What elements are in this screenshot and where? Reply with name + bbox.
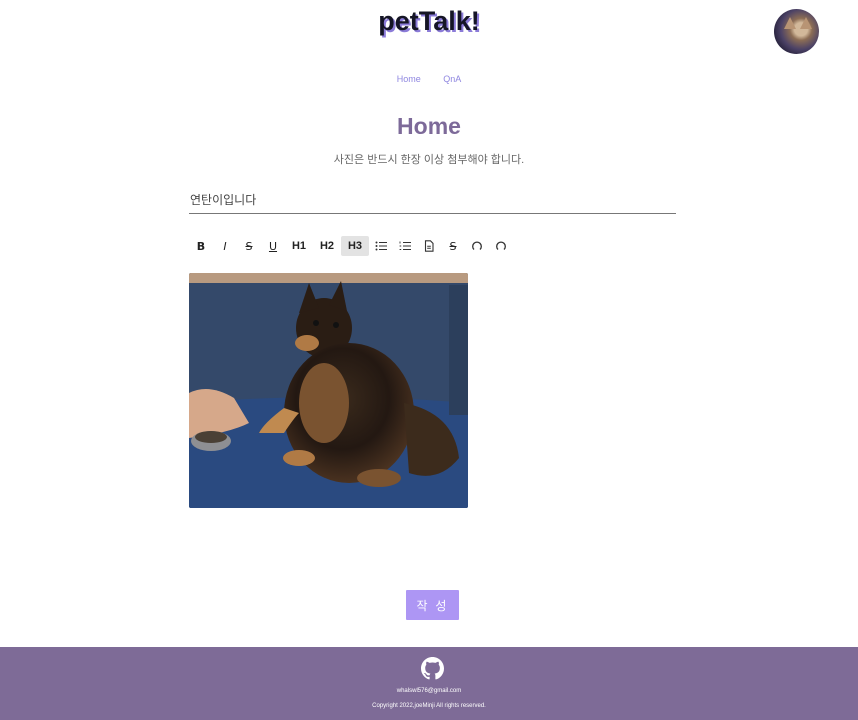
post-title-input[interactable]: [189, 186, 676, 214]
bullet-list-button[interactable]: [369, 236, 393, 256]
ordered-list-button[interactable]: [393, 236, 417, 256]
redo-icon: [496, 241, 506, 250]
file-icon: [424, 240, 434, 252]
heading3-button[interactable]: H3: [341, 236, 369, 256]
profile-avatar[interactable]: [774, 9, 819, 54]
strike-button[interactable]: S: [237, 236, 261, 256]
attached-dog-photo: [189, 273, 468, 508]
copyright-text: Copyright 2022,joeMinji All rights reser…: [372, 703, 486, 709]
redo-button[interactable]: [489, 236, 513, 256]
github-icon[interactable]: [421, 657, 444, 680]
site-logo[interactable]: petTalk!: [0, 6, 858, 37]
undo-button[interactable]: [465, 236, 489, 256]
photo-required-notice: 사진은 반드시 한장 이상 첨부해야 합니다.: [333, 154, 525, 166]
undo-icon: [472, 241, 482, 250]
file-button[interactable]: [417, 236, 441, 256]
ordered-list-icon: [399, 241, 411, 251]
footer: whalswl576@gmail.com Copyright 2022,joeM…: [0, 647, 858, 720]
heading1-button[interactable]: H1: [285, 236, 313, 256]
nav-qna-link[interactable]: QnA: [443, 74, 461, 84]
heading2-button[interactable]: H2: [313, 236, 341, 256]
page-title: Home: [397, 113, 461, 139]
editor-toolbar: B I S U H1 H2 H3 S: [189, 236, 513, 256]
bullet-list-icon: [375, 241, 387, 251]
underline-button[interactable]: U: [261, 236, 285, 256]
italic-button[interactable]: I: [213, 236, 237, 256]
nav-home-link[interactable]: Home: [397, 74, 421, 84]
bold-button[interactable]: B: [189, 236, 213, 256]
submit-post-button[interactable]: 작 성: [406, 590, 459, 620]
main-nav: Home QnA: [0, 74, 858, 84]
strike-button-2[interactable]: S: [441, 236, 465, 256]
contact-email: whalswl576@gmail.com: [396, 688, 462, 694]
